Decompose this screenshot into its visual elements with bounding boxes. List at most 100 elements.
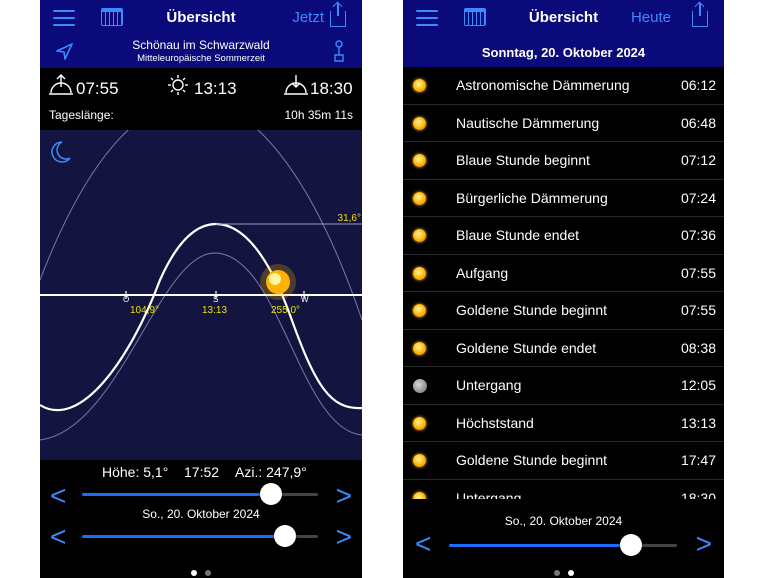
event-label: Blaue Stunde endet <box>456 227 579 243</box>
today-button[interactable]: Heute <box>631 9 671 26</box>
share-icon[interactable] <box>330 3 346 27</box>
event-label: Bürgerliche Dämmerung <box>456 189 608 206</box>
date-header-bar: Sonntag, 20. Oktober 2024 <box>403 36 724 67</box>
azimuth-readout: Azi.: 247,9° <box>235 464 307 480</box>
date-slider-thumb[interactable] <box>620 534 643 556</box>
events-list[interactable]: Astronomische Dämmerung 06:12 Nautische Dä… <box>403 67 724 499</box>
sunset-azimuth-label: 255,0° <box>271 305 301 316</box>
event-time: 07:36 <box>680 227 716 243</box>
next-time-button[interactable]: > <box>336 482 352 510</box>
event-label: Höchststand <box>456 414 534 431</box>
sun-path-upper-bound <box>40 100 362 321</box>
sun-icon <box>413 341 426 355</box>
sun-icon <box>413 266 426 280</box>
sunrise-azimuth-label: 104,9° <box>130 305 160 316</box>
time-slider-fill <box>82 493 271 496</box>
list-item[interactable]: Aufgang 07:55 <box>403 255 724 292</box>
event-label: Goldene Stunde beginnt <box>456 302 608 318</box>
day-length-value: 10h 35m 11s <box>284 108 354 122</box>
event-label: Untergang <box>456 377 522 393</box>
sun-path-svg <box>40 100 362 441</box>
sunset-icon <box>284 75 308 95</box>
list-item[interactable]: Untergang 12:05 <box>403 367 724 405</box>
list-item[interactable]: Goldene Stunde endet 08:38 <box>403 330 724 367</box>
list-item[interactable]: Bürgerliche Dämmerung 07:24 <box>403 180 724 217</box>
date-controls: So., 20. Oktober 2024 < > <box>403 500 724 578</box>
time-readout: 17:52 <box>184 464 220 480</box>
sun-path-chart[interactable]: 31,6° O S W 104,9° 13:13 255,0° <box>40 100 362 460</box>
event-label: Aufgang <box>456 264 509 281</box>
date-slider[interactable] <box>82 525 318 547</box>
list-item[interactable]: Astronomische Dämmerung 06:12 <box>403 67 724 105</box>
list-item[interactable]: Goldene Stunde beginnt 07:55 <box>403 292 724 330</box>
event-label: Astronomische Dämmerung <box>456 77 630 93</box>
event-label: Untergang <box>456 489 522 500</box>
now-button[interactable]: Jetzt <box>292 9 324 26</box>
date-header: Sonntag, 20. Oktober 2024 <box>481 45 646 60</box>
event-label: Goldene Stunde beginnt <box>456 452 608 468</box>
prev-day-button[interactable]: < <box>50 523 66 551</box>
solar-noon-label: 13:13 <box>202 305 228 316</box>
event-time: 07:55 <box>680 302 716 318</box>
day-length-label: Tageslänge: <box>49 108 114 122</box>
time-slider[interactable] <box>82 483 318 505</box>
east-letter: O <box>123 295 130 304</box>
event-label: Nautische Dämmerung <box>456 114 600 131</box>
list-item[interactable]: Blaue Stunde endet 07:36 <box>403 217 724 255</box>
altitude-readout: Höhe: 5,1° <box>102 464 169 480</box>
sun-icon <box>413 416 426 430</box>
event-time: 07:55 <box>680 264 716 281</box>
list-item[interactable]: Nautische Dämmerung 06:48 <box>403 105 724 142</box>
date-slider-thumb[interactable] <box>273 525 296 547</box>
event-time: 13:13 <box>680 414 716 431</box>
prev-day-button[interactable]: < <box>415 530 431 558</box>
nav-bar: Übersicht Heute <box>403 0 724 36</box>
list-item[interactable]: Untergang 18:30 <box>403 480 724 500</box>
date-label: So., 20. Oktober 2024 <box>504 514 623 528</box>
event-time: 06:12 <box>680 77 716 93</box>
page-indicator[interactable] <box>40 563 362 578</box>
date-slider-fill <box>449 544 632 547</box>
sunset-time: 18:30 <box>310 79 353 98</box>
sun-icon <box>413 154 426 167</box>
event-time: 18:30 <box>680 489 716 500</box>
list-item[interactable]: Blaue Stunde beginnt 07:12 <box>403 142 724 180</box>
max-altitude-label: 31,6° <box>337 213 361 224</box>
next-day-button[interactable]: > <box>696 530 712 558</box>
sun-icon <box>413 229 426 242</box>
observer-person-icon[interactable] <box>332 40 346 64</box>
west-letter: W <box>301 295 309 304</box>
date-label: So., 20. Oktober 2024 <box>142 507 260 521</box>
moon-icon <box>413 379 427 393</box>
page-indicator[interactable] <box>403 563 724 578</box>
time-slider-thumb[interactable] <box>259 483 282 505</box>
sun-icon <box>413 454 426 467</box>
sun-icon <box>413 191 426 205</box>
list-item[interactable]: Höchststand 13:13 <box>403 405 724 442</box>
location-bar: Schönau im Schwarzwald Mitteleuropäische… <box>40 36 362 68</box>
sunrise-icon <box>49 74 73 95</box>
location-name[interactable]: Schönau im Schwarzwald <box>40 38 362 52</box>
solar-noon-time: 13:13 <box>194 79 237 98</box>
nav-bar: Übersicht Jetzt <box>40 0 362 36</box>
event-time: 06:48 <box>680 114 716 131</box>
prev-time-button[interactable]: < <box>50 482 66 510</box>
event-time: 07:12 <box>680 152 716 168</box>
sun-path-lower-bound <box>40 252 362 441</box>
sun-icon <box>413 116 426 130</box>
event-time: 08:38 <box>680 339 716 356</box>
sun-icon <box>413 79 426 92</box>
share-icon[interactable] <box>692 3 708 27</box>
event-label: Blaue Stunde beginnt <box>456 152 590 168</box>
sun-overview-screen: Übersicht Jetzt Schönau im Schwarzwald M… <box>40 0 362 578</box>
date-slider[interactable] <box>449 534 677 556</box>
event-time: 17:47 <box>680 452 716 468</box>
page-title: Übersicht <box>528 9 599 26</box>
sun-path-curve <box>40 222 362 412</box>
sun-icon <box>260 264 296 300</box>
date-slider-fill <box>82 535 285 538</box>
event-time: 12:05 <box>680 377 716 393</box>
list-item[interactable]: Goldene Stunde beginnt 17:47 <box>403 442 724 480</box>
next-day-button[interactable]: > <box>336 523 352 551</box>
time-controls: Höhe: 5,1° 17:52 Azi.: 247,9° < > So., 2… <box>40 460 362 578</box>
